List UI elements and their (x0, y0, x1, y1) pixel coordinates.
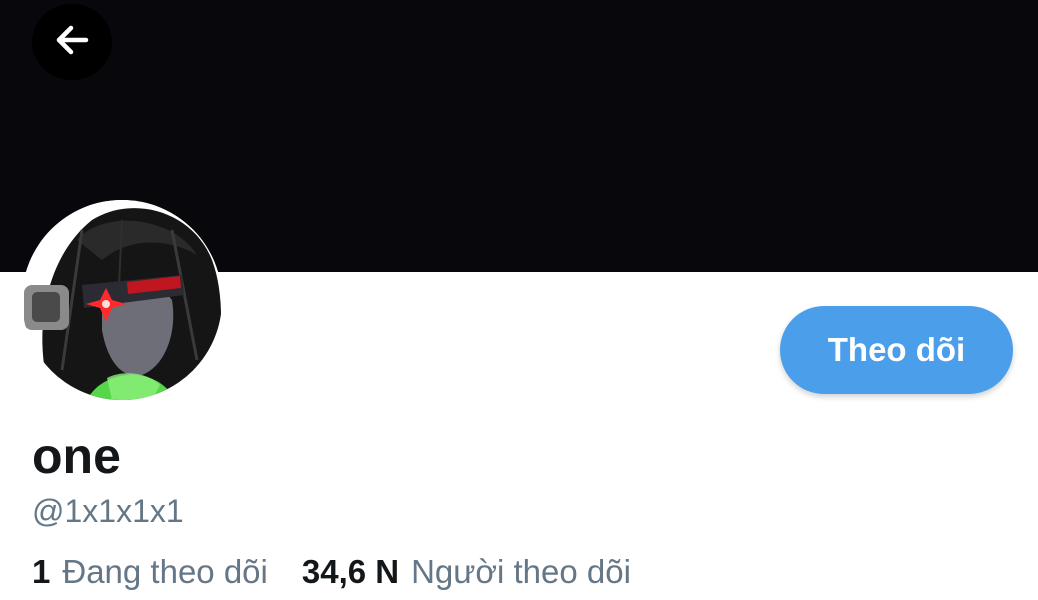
following-label: Đang theo dõi (62, 553, 268, 590)
following-count: 1 (32, 553, 51, 590)
user-handle: @1x1x1x1 (32, 493, 184, 529)
following-stat[interactable]: 1 Đang theo dõi (32, 551, 268, 593)
profile-stats: 1 Đang theo dõi 34,6 N Người theo dõi (32, 551, 631, 593)
profile-page: Theo dõi one @1x1x1x1 1 Đang theo dõi 34… (0, 0, 1038, 600)
follow-button[interactable]: Theo dõi (780, 306, 1013, 394)
back-button[interactable] (32, 4, 112, 80)
avatar[interactable] (22, 200, 222, 400)
followers-label: Người theo dõi (411, 553, 631, 590)
arrow-left-icon (52, 20, 92, 65)
display-name: one (32, 428, 121, 484)
avatar-image (22, 200, 222, 400)
followers-count: 34,6 N (301, 553, 400, 590)
followers-stat[interactable]: 34,6 N Người theo dõi (302, 551, 631, 593)
